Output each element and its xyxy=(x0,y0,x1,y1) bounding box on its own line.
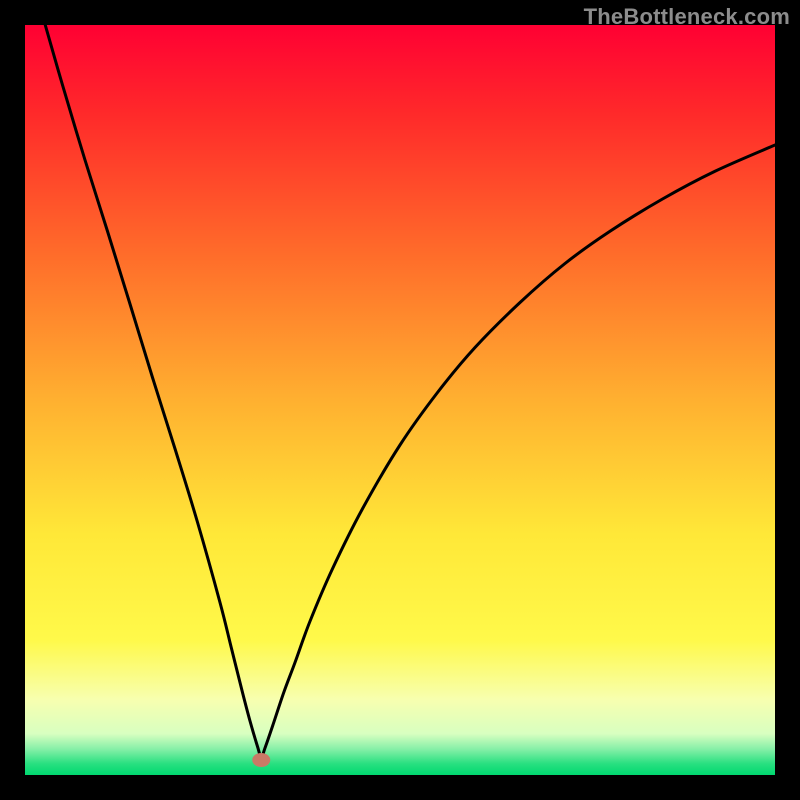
bottleneck-curve-layer xyxy=(25,25,775,775)
watermark-text: TheBottleneck.com xyxy=(584,4,790,30)
plot-area xyxy=(25,25,775,775)
optimal-point-marker xyxy=(252,753,270,767)
chart-frame: TheBottleneck.com xyxy=(0,0,800,800)
bottleneck-curve xyxy=(45,25,775,757)
